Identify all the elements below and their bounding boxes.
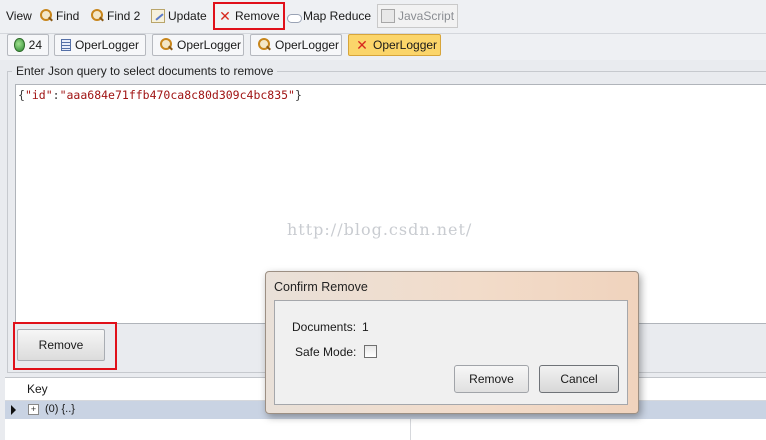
query-text: {"id":"aaa684e71ffb470ca8c80d309c4bc835"… — [18, 88, 302, 102]
query-value: "aaa684e71ffb470ca8c80d309c4bc835" — [59, 88, 295, 102]
remove-toolbar-label: Remove — [235, 9, 280, 23]
dialog-remove-button[interactable]: Remove — [454, 365, 529, 393]
safe-mode-checkbox[interactable] — [364, 345, 377, 358]
tab-server[interactable]: 24 — [7, 34, 49, 56]
toolbar: View Find Find 2 Update ✕ Remove Map Red… — [0, 0, 766, 34]
tab-remove[interactable]: ✕ OperLogger — [348, 34, 441, 56]
magnifier-icon — [257, 38, 271, 52]
documents-label: Documents: — [292, 320, 357, 334]
tab-find2[interactable]: OperLogger — [250, 34, 342, 56]
find-label: Find — [56, 9, 80, 23]
query-key: "id" — [24, 88, 53, 102]
tab-label: OperLogger — [74, 38, 139, 52]
watermark: http://blog.csdn.net/ — [287, 220, 473, 239]
view-button[interactable]: View — [3, 5, 35, 27]
magnifier-icon — [159, 38, 173, 52]
magnifier-icon — [39, 9, 53, 23]
tab-label: OperLogger — [275, 38, 340, 52]
remove-icon: ✕ — [356, 37, 368, 53]
globe-icon — [14, 38, 25, 52]
javascript-label: JavaScript — [398, 9, 455, 23]
javascript-button[interactable]: JavaScript — [377, 4, 459, 28]
query-colon: : — [52, 88, 60, 102]
find2-label: Find 2 — [107, 9, 141, 23]
expand-icon[interactable]: + — [28, 404, 39, 415]
query-group-label: Enter Json query to select documents to … — [12, 64, 278, 78]
tab-label: OperLogger — [177, 38, 242, 52]
row-key: (0) {..} — [45, 403, 75, 415]
tab-collection[interactable]: OperLogger — [54, 34, 146, 56]
remove-button-label: Remove — [38, 338, 84, 352]
confirm-remove-dialog: Confirm Remove Documents: 1 Safe Mode: R… — [265, 271, 639, 414]
dialog-remove-label: Remove — [469, 372, 514, 386]
row-selector-icon — [11, 405, 16, 415]
brace-close: } — [294, 88, 302, 102]
tab-find[interactable]: OperLogger — [152, 34, 244, 56]
dialog-cancel-label: Cancel — [560, 372, 598, 386]
find2-button[interactable]: Find 2 — [87, 5, 143, 27]
dialog-cancel-button[interactable]: Cancel — [539, 365, 619, 393]
magnifier-icon — [90, 9, 104, 23]
map-reduce-button[interactable]: Map Reduce — [283, 5, 374, 27]
find-button[interactable]: Find — [36, 5, 82, 27]
remove-button[interactable]: Remove — [17, 329, 105, 361]
script-icon — [381, 9, 395, 23]
update-label: Update — [168, 9, 207, 23]
edit-icon — [151, 9, 165, 23]
remove-toolbar-button[interactable]: ✕ Remove — [213, 2, 285, 30]
view-label: View — [6, 9, 32, 23]
map-reduce-label: Map Reduce — [303, 9, 372, 23]
safe-mode-label: Safe Mode: — [295, 345, 357, 359]
tab-label: 24 — [28, 38, 42, 52]
documents-value: 1 — [362, 320, 369, 334]
brace-open: { — [18, 88, 25, 102]
column-key-header[interactable]: Key — [27, 382, 48, 396]
cloud-icon — [286, 9, 302, 23]
table-icon — [61, 39, 71, 51]
tab-label: OperLogger — [373, 38, 438, 52]
tab-bar: 24 OperLogger OperLogger OperLogger ✕ Op… — [0, 34, 766, 60]
dialog-body: Documents: 1 Safe Mode: Remove Cancel — [274, 300, 628, 405]
update-button[interactable]: Update — [148, 5, 210, 27]
dialog-title: Confirm Remove — [274, 280, 368, 294]
remove-icon: ✕ — [219, 8, 231, 24]
